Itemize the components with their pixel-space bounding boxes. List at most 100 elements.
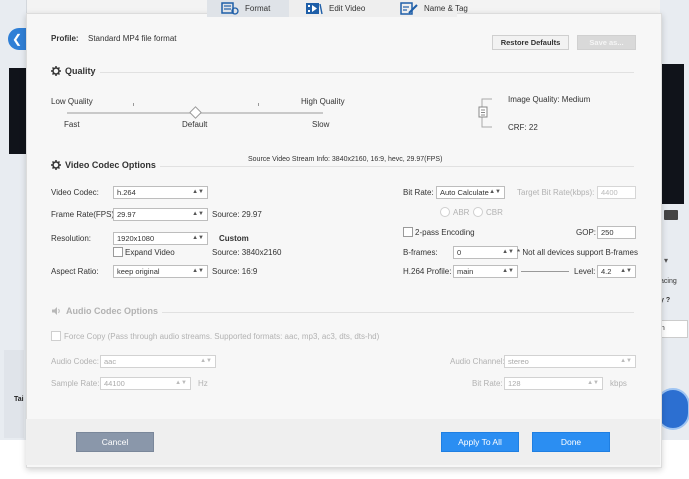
tab-format[interactable]: Format [207,0,289,17]
folder-icon[interactable] [664,210,678,220]
done-button[interactable]: Done [532,432,610,452]
force-copy-label: Force Copy (Pass through audio streams. … [64,332,380,341]
audio-codec-value: aac [104,357,117,366]
frame-rate-label: Frame Rate(FPS): [51,210,117,219]
chevron-updown-icon: ▲▼ [502,249,514,255]
cbr-label: CBR [486,208,503,217]
b-frames-label: B-frames: [403,248,438,257]
quality-bracket-icon [478,98,492,128]
fast-label: Fast [64,120,80,129]
source-stream-info: Source Video Stream Info: 3840x2160, 16:… [248,156,443,163]
chevron-updown-icon: ▲▼ [200,358,212,364]
abr-label: ABR [453,208,470,217]
quality-section-title: Quality [51,66,96,76]
level-label: Level: [574,267,596,276]
sample-rate-select[interactable]: 44100 ▲▼ [100,377,191,390]
custom-resolution-link[interactable]: Custom [219,234,249,243]
video-codec-value: h.264 [117,188,136,197]
quality-divider [100,72,634,73]
resolution-value: 1920x1080 [117,234,155,243]
background-left-bar [4,350,24,438]
slider-tick [258,103,259,106]
two-pass-checkbox[interactable] [403,227,413,237]
gop-input[interactable]: 250 [597,226,636,239]
back-arrow-icon[interactable]: ❮ [8,28,26,50]
low-quality-label: Low Quality [51,97,93,106]
profile-value: Standard MP4 file format [88,34,177,43]
target-bit-rate-label: Target Bit Rate(kbps): [517,188,595,197]
audio-codec-label: Audio Codec: [51,357,100,366]
tab-name-tag-label: Name & Tag [424,4,468,13]
tab-format-label: Format [245,4,271,13]
audio-bit-rate-label: Bit Rate: [472,379,503,388]
chevron-updown-icon: ▲▼ [192,211,204,217]
bit-rate-select[interactable]: Auto Calculate ▲▼ [436,186,505,199]
apply-to-all-button[interactable]: Apply To All [441,432,519,452]
chevron-updown-icon: ▲▼ [489,189,501,195]
audio-bit-rate-select[interactable]: 128 ▲▼ [504,377,603,390]
h264-profile-value: main [457,267,474,276]
expand-video-label: Expand Video [125,248,175,257]
tab-edit-video-label: Edit Video [329,4,366,13]
force-copy-checkbox[interactable] [51,331,61,341]
audio-channel-label: Audio Channel: [450,357,505,366]
chevron-updown-icon: ▲▼ [502,268,514,274]
slow-label: Slow [312,120,330,129]
b-frames-select[interactable]: 0 ▲▼ [453,246,518,259]
b-frames-value: 0 [457,248,462,257]
resolution-select[interactable]: 1920x1080 ▲▼ [113,232,208,245]
target-bit-rate-input[interactable]: 4400 [597,186,636,199]
background-left-text: Tai [14,396,24,403]
frame-rate-value: 29.97 [117,210,136,219]
speaker-icon [52,307,60,315]
bit-rate-label: Bit Rate: [403,188,434,197]
background-right-text: acing [660,278,677,285]
profile-level-connector [521,271,569,272]
resolution-source: Source: 3840x2160 [212,248,282,257]
dropdown-arrow-icon[interactable]: ▾ [664,256,668,265]
level-select[interactable]: 4.2 ▲▼ [597,265,636,278]
cancel-button[interactable]: Cancel [76,432,154,452]
gear-icon [51,160,61,170]
audio-title-text: Audio Codec Options [66,306,158,316]
name-tag-icon [400,2,418,15]
aspect-ratio-label: Aspect Ratio: [51,267,99,276]
profile-label: Profile: [51,34,79,43]
slider-tick [133,103,134,106]
audio-bit-rate-value: 128 [508,379,521,388]
audio-section-title: Audio Codec Options [51,306,158,316]
background-preview-thumbnail [660,64,684,204]
sample-rate-value: 44100 [104,379,125,388]
h264-profile-select[interactable]: main ▲▼ [453,265,518,278]
cbr-radio[interactable] [473,207,483,217]
audio-codec-select[interactable]: aac ▲▼ [100,355,216,368]
tab-name-tag[interactable]: Name & Tag [400,0,480,17]
gop-label: GOP: [576,228,597,237]
gear-icon [51,66,61,76]
chevron-updown-icon: ▲▼ [192,268,204,274]
video-section-title: Video Codec Options [51,160,156,170]
abr-radio[interactable] [440,207,450,217]
background-video-thumbnail [9,68,26,154]
audio-divider [162,312,634,313]
chevron-updown-icon: ▲▼ [175,380,187,386]
audio-channel-select[interactable]: stereo ▲▼ [504,355,636,368]
frame-rate-source: Source: 29.97 [212,210,262,219]
audio-channel-value: stereo [508,357,529,366]
expand-video-checkbox[interactable] [113,247,123,257]
hz-unit: Hz [198,379,208,388]
save-as-button[interactable]: Save as... [577,35,636,50]
video-divider [160,166,634,167]
crf-text: CRF: 22 [508,123,538,132]
frame-rate-select[interactable]: 29.97 ▲▼ [113,208,208,221]
image-quality-text: Image Quality: Medium [508,95,591,104]
video-codec-label: Video Codec: [51,188,99,197]
video-codec-select[interactable]: h.264 ▲▼ [113,186,208,199]
aspect-ratio-select[interactable]: keep original ▲▼ [113,265,208,278]
level-value: 4.2 [601,267,612,276]
sample-rate-label: Sample Rate: [51,379,100,388]
restore-defaults-button[interactable]: Restore Defaults [492,35,569,50]
tab-edit-video[interactable]: Edit Video [305,0,385,17]
edit-video-icon [306,3,323,15]
resolution-label: Resolution: [51,234,92,243]
